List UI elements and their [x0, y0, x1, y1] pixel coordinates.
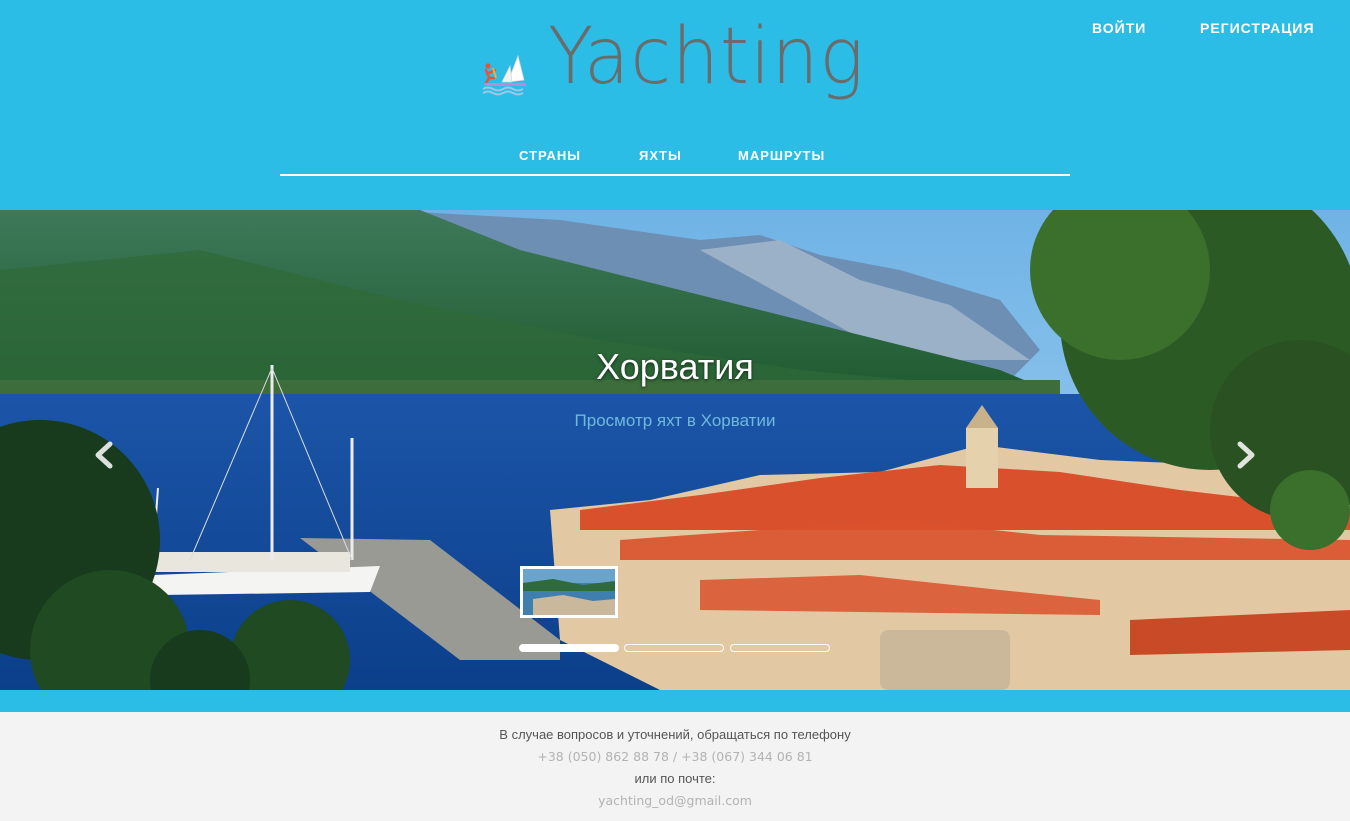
nav-item-routes[interactable]: МАРШРУТЫ — [738, 148, 825, 163]
contact-phones[interactable]: +38 (050) 862 88 78 / +38 (067) 344 06 8… — [0, 749, 1350, 764]
slide-image — [0, 210, 1350, 690]
contact-email-label: или по почте: — [634, 771, 716, 786]
slide-subtitle[interactable]: Просмотр яхт в Хорватии — [0, 411, 1350, 431]
nav-item-countries[interactable]: СТРАНЫ — [519, 148, 581, 163]
nav-item-yachts[interactable]: ЯХТЫ — [639, 148, 682, 163]
contact-email[interactable]: yachting_od@gmail.com — [0, 793, 1350, 808]
divider-band — [0, 690, 1350, 712]
windsurfer-sailboat-icon[interactable] — [480, 48, 530, 96]
slide-title: Хорватия — [596, 346, 754, 387]
site-header: ВОЙТИ РЕГИСТРАЦИЯ Yachting СТРАНЫ ЯХТЫ М… — [0, 0, 1350, 210]
login-link[interactable]: ВОЙТИ — [1092, 20, 1146, 36]
carousel-indicator-2[interactable] — [624, 644, 724, 652]
chevron-left-icon[interactable] — [90, 440, 120, 470]
carousel-indicator-3[interactable] — [730, 644, 830, 652]
logo-text[interactable]: Yachting — [548, 18, 865, 96]
carousel-indicator-1[interactable] — [519, 644, 619, 652]
register-link[interactable]: РЕГИСТРАЦИЯ — [1200, 20, 1315, 36]
slide-thumbnail[interactable] — [520, 566, 618, 618]
main-nav: СТРАНЫ ЯХТЫ МАРШРУТЫ — [280, 140, 1070, 176]
contact-text: В случае вопросов и уточнений, обращатьс… — [499, 727, 851, 742]
chevron-right-icon[interactable] — [1230, 440, 1260, 470]
thumbnail-image — [523, 569, 615, 615]
site-footer: В случае вопросов и уточнений, обращатьс… — [0, 712, 1350, 821]
hero-carousel: Хорватия Просмотр яхт в Хорватии — [0, 210, 1350, 690]
